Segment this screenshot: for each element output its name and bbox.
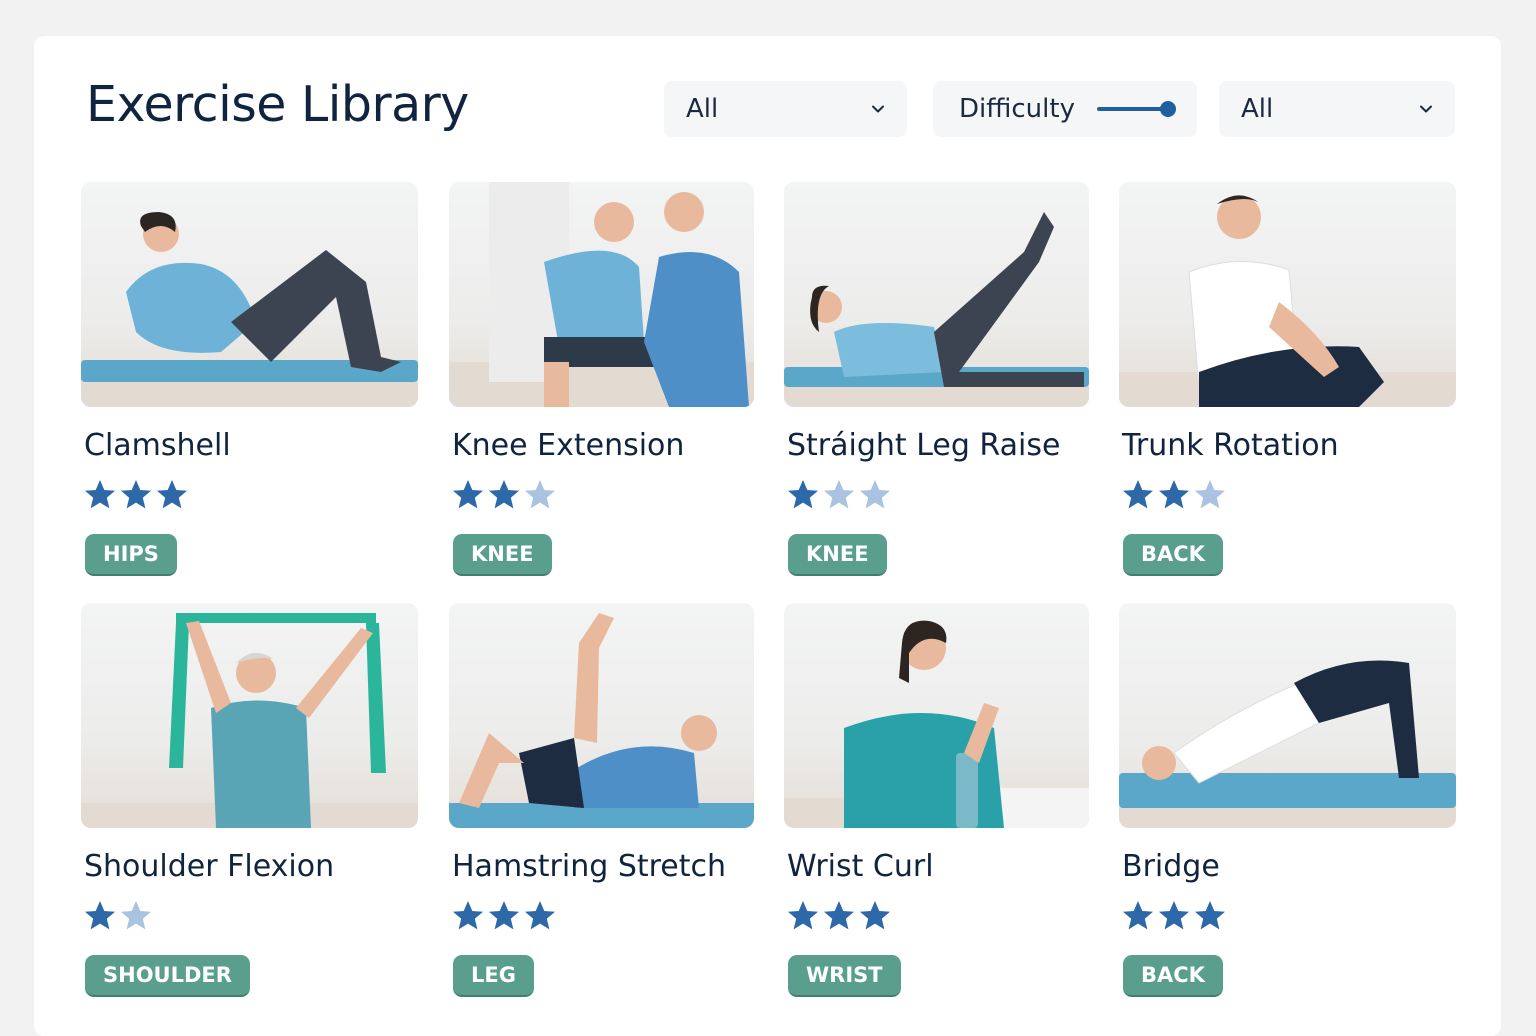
body-area-select-value: All <box>686 94 719 124</box>
exercise-name[interactable]: Trunk Rotation <box>1122 428 1339 463</box>
difficulty-rating <box>83 899 153 933</box>
body-part-tag[interactable]: BACK <box>1123 955 1223 997</box>
exercise-photo[interactable] <box>449 182 754 407</box>
star-filled-icon <box>85 480 115 509</box>
difficulty-rating <box>451 478 557 512</box>
star-filled-icon <box>157 480 187 509</box>
body-part-tag[interactable]: SHOULDER <box>85 955 250 997</box>
difficulty-slider[interactable] <box>1096 101 1176 117</box>
star-filled-icon <box>860 901 890 930</box>
body-part-tag[interactable]: KNEE <box>788 534 887 576</box>
exercise-name[interactable]: Stráight Leg Raise <box>787 428 1060 463</box>
star-filled-icon <box>453 901 483 930</box>
difficulty-rating <box>1121 478 1227 512</box>
exercise-name[interactable]: Clamshell <box>84 428 231 463</box>
star-filled-icon <box>453 480 483 509</box>
star-filled-icon <box>85 901 115 930</box>
star-filled-icon <box>1159 480 1189 509</box>
exercise-name[interactable]: Wrist Curl <box>787 849 934 884</box>
body-area-select[interactable]: All <box>664 81 907 137</box>
body-part-tag[interactable]: KNEE <box>453 534 552 576</box>
exercise-card[interactable]: Bridge BACK <box>1119 603 1456 1003</box>
difficulty-rating <box>786 899 892 933</box>
difficulty-rating <box>451 899 557 933</box>
difficulty-filter[interactable]: Difficulty <box>933 81 1197 137</box>
star-filled-icon <box>489 901 519 930</box>
exercise-photo[interactable] <box>784 603 1089 828</box>
body-part-tag[interactable]: HIPS <box>85 534 177 576</box>
exercise-name[interactable]: Hamstring Stretch <box>452 849 726 884</box>
exercise-photo[interactable] <box>81 182 418 407</box>
star-filled-icon <box>525 901 555 930</box>
exercise-photo[interactable] <box>784 182 1089 407</box>
exercise-photo[interactable] <box>1119 603 1456 828</box>
star-empty-icon <box>1195 480 1225 509</box>
body-part-tag[interactable]: LEG <box>453 955 534 997</box>
star-filled-icon <box>824 901 854 930</box>
difficulty-label: Difficulty <box>959 94 1075 124</box>
chevron-down-icon <box>872 105 884 113</box>
star-filled-icon <box>1195 901 1225 930</box>
body-part-tag[interactable]: WRIST <box>788 955 901 997</box>
exercise-card[interactable]: Stráight Leg Raise KNEE <box>784 182 1089 582</box>
star-empty-icon <box>860 480 890 509</box>
chevron-down-icon <box>1420 105 1432 113</box>
exercise-card[interactable]: Trunk Rotation BACK <box>1119 182 1456 582</box>
exercise-photo[interactable] <box>81 603 418 828</box>
difficulty-slider-thumb[interactable] <box>1159 101 1176 117</box>
exercise-photo[interactable] <box>449 603 754 828</box>
star-filled-icon <box>489 480 519 509</box>
exercise-card[interactable]: Shoulder Flexion SHOULDER <box>81 603 418 1003</box>
star-filled-icon <box>1159 901 1189 930</box>
star-empty-icon <box>121 901 151 930</box>
star-filled-icon <box>1123 901 1153 930</box>
page-title: Exercise Library <box>86 76 469 133</box>
difficulty-rating <box>83 478 189 512</box>
category-select-value: All <box>1241 94 1274 124</box>
difficulty-rating <box>1121 899 1227 933</box>
exercise-name[interactable]: Shoulder Flexion <box>84 849 334 884</box>
category-select[interactable]: All <box>1219 81 1455 137</box>
exercise-card[interactable]: Knee Extension KNEE <box>449 182 754 582</box>
exercise-card[interactable]: Hamstring Stretch LEG <box>449 603 754 1003</box>
star-empty-icon <box>824 480 854 509</box>
star-filled-icon <box>788 480 818 509</box>
body-part-tag[interactable]: BACK <box>1123 534 1223 576</box>
exercise-name[interactable]: Bridge <box>1122 849 1220 884</box>
exercise-photo[interactable] <box>1119 182 1456 407</box>
star-empty-icon <box>525 480 555 509</box>
difficulty-rating <box>786 478 892 512</box>
star-filled-icon <box>788 901 818 930</box>
exercise-name[interactable]: Knee Extension <box>452 428 684 463</box>
star-filled-icon <box>121 480 151 509</box>
exercise-card[interactable]: Wrist Curl WRIST <box>784 603 1089 1003</box>
star-filled-icon <box>1123 480 1153 509</box>
exercise-card[interactable]: Clamshell HIPS <box>81 182 418 582</box>
